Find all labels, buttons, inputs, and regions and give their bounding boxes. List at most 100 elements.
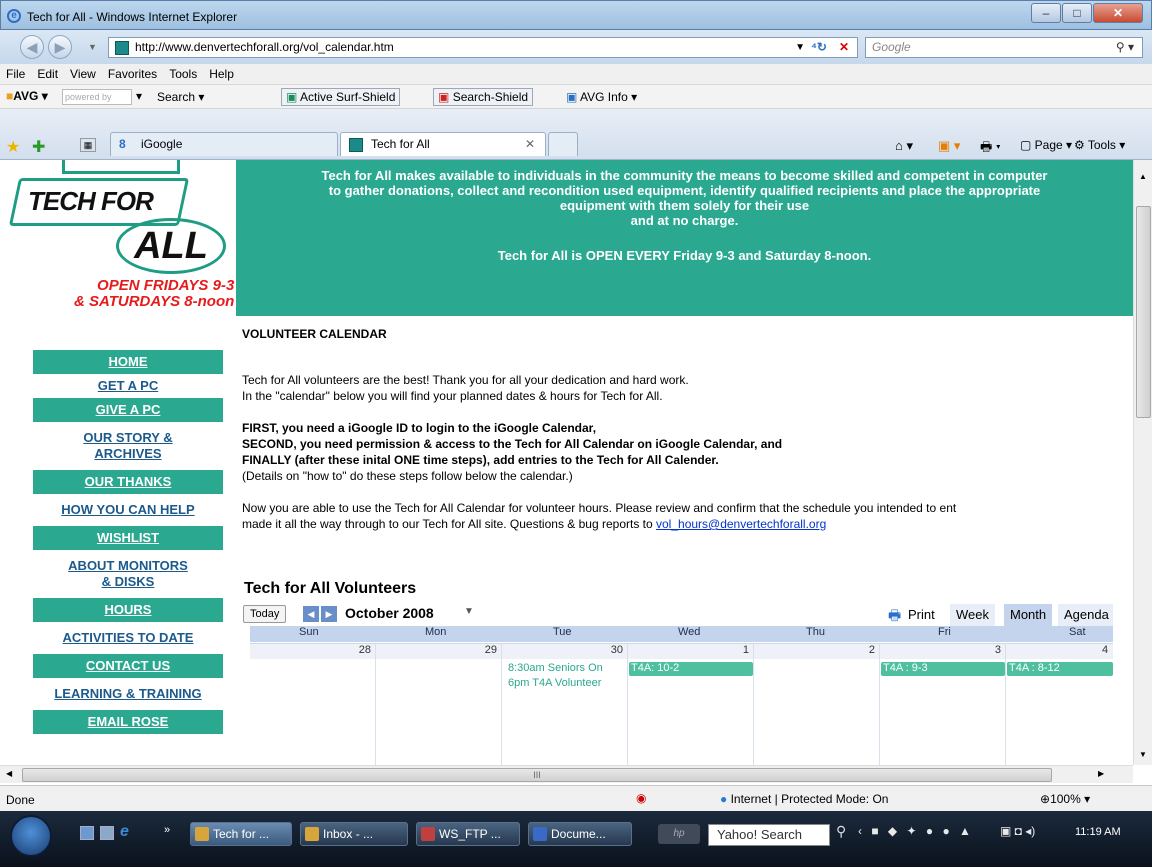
calendar-event[interactable]: T4A : 8-12 [1007,662,1113,676]
nav-our-story[interactable]: OUR STORY & ARCHIVES [33,422,223,470]
nav-give-a-pc[interactable]: GIVE A PC [33,398,223,422]
nav-home[interactable]: HOME [33,350,223,374]
vertical-scrollbar[interactable]: ▲ ▼ [1133,160,1152,765]
tab-tech-for-all[interactable]: Tech for All ✕ [340,132,546,156]
calendar-event[interactable]: T4A: 10-2 [629,662,753,676]
menu-view[interactable]: View [64,64,102,81]
show-desktop-icon[interactable] [80,826,94,840]
scroll-thumb[interactable] [1136,206,1151,418]
close-button[interactable]: ✕ [1093,3,1143,23]
month-dropdown-icon[interactable]: ▼ [464,606,474,617]
taskbar-item-document[interactable]: Docume... [528,822,632,846]
maximize-button[interactable]: □ [1062,3,1092,23]
hscroll-thumb[interactable]: III [22,768,1052,782]
taskbar-item-wsftp[interactable]: WS_FTP ... [416,822,520,846]
switch-windows-icon[interactable] [100,826,114,840]
nav-get-a-pc[interactable]: GET A PC [33,374,223,398]
zoom-level[interactable]: ⊕100% ▾ [1040,792,1090,806]
menu-help[interactable]: Help [203,64,240,81]
email-link[interactable]: vol_hours@denvertechforall.org [656,517,826,531]
nav-our-thanks[interactable]: OUR THANKS [33,470,223,494]
day-cell[interactable]: 2 [754,644,880,765]
nav-email-rose[interactable]: EMAIL ROSE [33,710,223,734]
day-cell[interactable]: 1 T4A: 10-2 [628,644,754,765]
scroll-up-icon[interactable]: ▲ [1139,172,1147,181]
home-icon[interactable]: ⌂ ▾ [895,138,913,154]
menu-edit[interactable]: Edit [31,64,64,81]
start-button[interactable] [10,815,52,857]
page-menu[interactable]: ▢ Page ▾ [1020,138,1072,152]
day-cell[interactable]: 30 8:30am Seniors On 6pm T4A Volunteer [502,644,628,765]
mission-banner: Tech for All makes available to individu… [236,160,1133,316]
taskbar-item-ie[interactable]: Tech for ... [190,822,292,846]
quicklaunch-overflow-icon[interactable]: » [164,824,170,836]
avg-info-button[interactable]: ▣ AVG Info ▾ [566,90,637,104]
tab-week[interactable]: Week [950,604,995,626]
menu-file[interactable]: File [0,64,31,81]
forward-button[interactable]: ▶ [48,35,72,59]
ie-quicklaunch-icon[interactable]: e [120,823,129,841]
search-input[interactable]: Google ⚲ ▾ [865,37,1143,58]
avg-search-box[interactable]: powered by [62,89,132,105]
tab-igoogle[interactable]: 8 iGoogle [110,132,338,156]
step-second: SECOND, you need permission & access to … [242,437,783,451]
tech-for-all-logo: TECH FOR ALL OPEN FRIDAYS 9-3 & SATURDAY… [0,160,236,320]
menu-tools[interactable]: Tools [163,64,203,81]
horizontal-scrollbar[interactable]: ◀ III ▶ [0,765,1133,783]
steps-note: (Details on "how to" do these steps foll… [242,469,573,483]
scroll-left-icon[interactable]: ◀ [6,769,12,778]
quick-tabs-icon[interactable]: ▦ [80,138,96,152]
new-tab-button[interactable] [548,132,578,156]
recent-pages-icon[interactable]: ▼ [88,42,97,52]
avg-search-button[interactable]: Search ▾ [157,90,204,104]
prev-month-icon[interactable]: ◀ [303,606,319,622]
avg-dropdown[interactable]: ▾ [136,89,142,103]
nav-how-you-can-help[interactable]: HOW YOU CAN HELP [33,494,223,526]
menu-favorites[interactable]: Favorites [102,64,163,81]
search-icon[interactable]: ⚲ [836,823,846,840]
day-cell[interactable]: 3 T4A : 9-3 [880,644,1006,765]
day-cell[interactable]: 4 T4A : 8-12 [1006,644,1113,765]
tab-month[interactable]: Month [1004,604,1053,626]
dropdown-icon[interactable]: ▼ [795,38,805,57]
tab-bar: ★ ✚ ▦ 8 iGoogle Tech for All ✕ ⌂ ▾ ▣ ▾ 🖶… [0,109,1152,160]
calendar-event[interactable]: 6pm T4A Volunteer [502,676,627,691]
close-tab-icon[interactable]: ✕ [525,133,535,155]
day-cell[interactable]: 29 [376,644,502,765]
hp-icon[interactable]: hp [658,824,700,844]
minimize-button[interactable]: – [1031,3,1061,23]
tab-agenda[interactable]: Agenda [1058,604,1113,626]
scroll-right-icon[interactable]: ▶ [1098,769,1104,778]
today-button[interactable]: Today [243,605,287,623]
calendar-event[interactable]: T4A : 9-3 [881,662,1005,676]
back-button[interactable]: ◀ [20,35,44,59]
system-tray-icons[interactable]: ‹ ■ ◆ ✦ ● ● ▲ [858,824,974,838]
feeds-icon[interactable]: ▣ ▾ [938,138,960,154]
next-month-icon[interactable]: ▶ [321,606,337,622]
tools-menu[interactable]: ⚙ Tools ▾ [1074,138,1125,152]
nav-hours[interactable]: HOURS [33,598,223,622]
address-input[interactable]: http://www.denvertechforall.org/vol_cale… [108,37,858,58]
nav-activities[interactable]: ACTIVITIES TO DATE [33,622,223,654]
active-surf-shield-button[interactable]: ▣ Active Surf-Shield [281,88,401,106]
taskbar-item-inbox[interactable]: Inbox - ... [300,822,408,846]
privacy-icon[interactable]: ◉ [636,791,646,805]
calendar-event[interactable]: 8:30am Seniors On [502,661,627,676]
nav-wishlist[interactable]: WISHLIST [33,526,223,550]
refresh-icon[interactable]: ⁴↻ [811,38,827,57]
print-icon[interactable]: 🖶 ▾ [980,138,1001,160]
add-favorites-icon[interactable]: ✚ [32,137,45,157]
nav-learning[interactable]: LEARNING & TRAINING [33,678,223,710]
search-shield-button[interactable]: ▣ Search-Shield [433,88,534,106]
yahoo-search-input[interactable]: Yahoo! Search [708,824,830,846]
day-cell[interactable]: 28 [250,644,376,765]
scroll-down-icon[interactable]: ▼ [1139,750,1147,759]
nav-about-monitors[interactable]: ABOUT MONITORS & DISKS [33,550,223,598]
print-link[interactable]: Print [908,607,935,622]
avg-logo[interactable]: ■AVG ▾ [6,89,48,103]
favorites-star-icon[interactable]: ★ [6,137,20,157]
nav-contact-us[interactable]: CONTACT US [33,654,223,678]
stop-icon[interactable]: ✕ [839,38,849,57]
search-icon[interactable]: ⚲ ▾ [1116,38,1134,57]
tray-network-volume-icons[interactable]: ▣ ◘ ◂) [1000,824,1035,838]
